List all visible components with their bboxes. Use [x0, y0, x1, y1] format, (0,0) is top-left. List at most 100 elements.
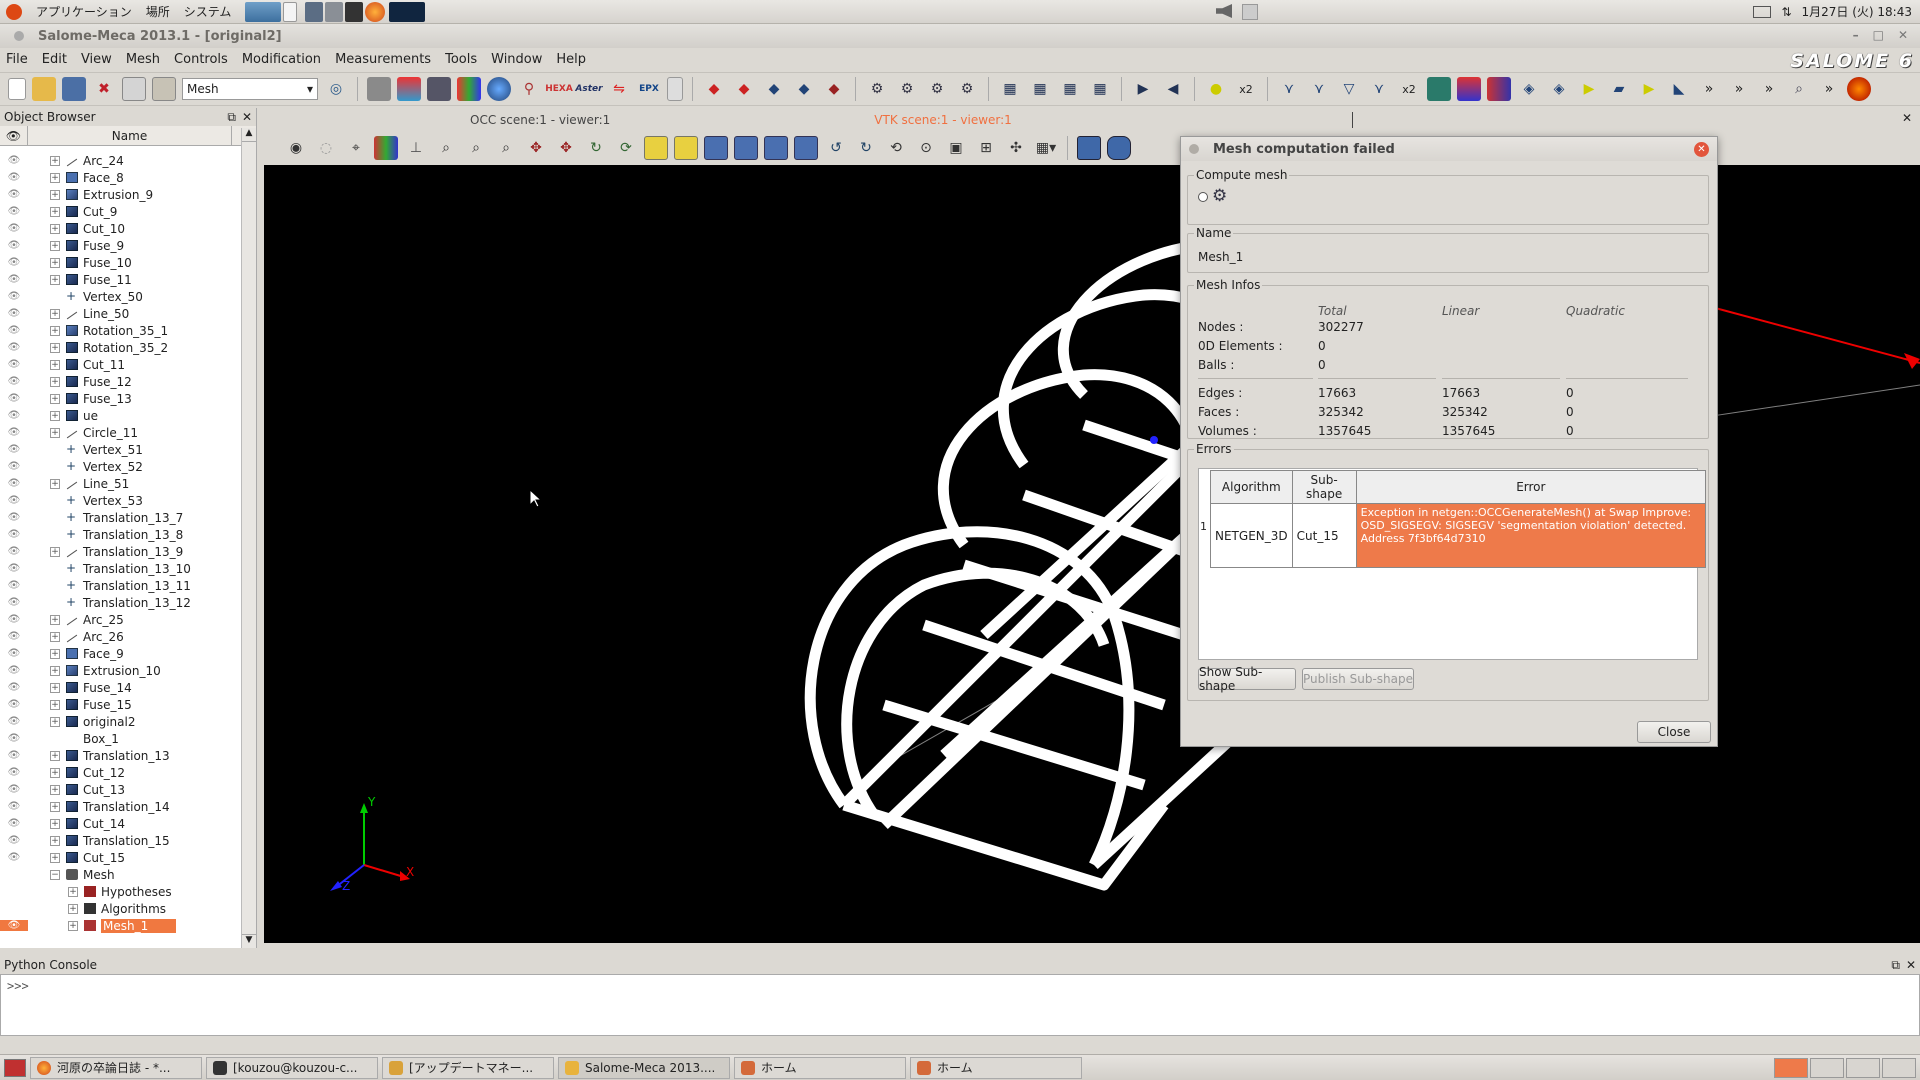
axes-icon[interactable]: ⊥: [404, 136, 428, 160]
tab-occ-viewer[interactable]: OCC scene:1 - viewer:1: [470, 113, 610, 127]
visibility-eye-icon[interactable]: 👁: [0, 920, 28, 931]
taskbar-item[interactable]: ホーム: [910, 1056, 1082, 1079]
hexa-module-icon[interactable]: HEXA: [545, 77, 573, 101]
menu-measurements[interactable]: Measurements: [335, 52, 431, 67]
tree-item[interactable]: 👁 + Arc_24: [0, 152, 242, 169]
x2-ctrl-icon[interactable]: x2: [1397, 77, 1421, 101]
globe-icon[interactable]: [487, 77, 511, 101]
fit-area-icon[interactable]: ⌕: [464, 136, 488, 160]
tree-item[interactable]: 👁 + Translation_13_8: [0, 526, 242, 543]
more-tools-icon[interactable]: »: [1697, 77, 1721, 101]
paste-icon[interactable]: [152, 77, 176, 101]
node-icon[interactable]: ●: [1204, 77, 1228, 101]
mesh-import-icon[interactable]: ◆: [792, 77, 816, 101]
tree-item[interactable]: 👁 + Cut_15: [0, 849, 242, 866]
expand-icon[interactable]: +: [50, 189, 60, 200]
tree-item-mesh-1[interactable]: 👁 + Mesh_1: [0, 917, 242, 934]
visibility-eye-icon[interactable]: 👁: [0, 818, 28, 829]
dialog-close-icon[interactable]: ✕: [1694, 142, 1709, 157]
menu-view[interactable]: View: [81, 52, 112, 67]
aster-module-icon[interactable]: Aster: [575, 77, 602, 101]
taskbar-item[interactable]: 河原の卒論日誌 - *...: [30, 1056, 202, 1079]
scroll-down-icon[interactable]: ▼: [242, 934, 256, 948]
view-back-icon[interactable]: [674, 136, 698, 160]
tree-item[interactable]: 👁 + Cut_10: [0, 220, 242, 237]
tree-item[interactable]: 👁 + Face_9: [0, 645, 242, 662]
tree-item[interactable]: 👁 + Line_51: [0, 475, 242, 492]
interaction-style-icon[interactable]: ◌: [314, 136, 338, 160]
properties-icon[interactable]: ✣: [1004, 136, 1028, 160]
show-desktop-icon[interactable]: [4, 1058, 26, 1077]
pan-icon[interactable]: ✥: [524, 136, 548, 160]
expand-icon[interactable]: +: [50, 342, 60, 353]
panel-menu-applications[interactable]: アプリケーション: [36, 3, 132, 20]
visibility-eye-icon[interactable]: 👁: [0, 563, 28, 574]
module-combo[interactable]: Mesh ▾: [182, 78, 318, 100]
mesh-info-icon[interactable]: ▦: [998, 77, 1022, 101]
visibility-eye-icon[interactable]: 👁: [0, 410, 28, 421]
menu-tools[interactable]: Tools: [445, 52, 477, 67]
error-row[interactable]: NETGEN_3D Cut_15 Exception in netgen::OC…: [1210, 503, 1707, 568]
expand-icon[interactable]: +: [50, 818, 60, 829]
terminal-icon[interactable]: [345, 1, 364, 22]
scroll-up-icon[interactable]: ▲: [242, 128, 256, 142]
launcher-icon[interactable]: [325, 1, 344, 22]
visibility-eye-icon[interactable]: 👁: [0, 801, 28, 812]
tree-item[interactable]: 👁 + Vertex_50: [0, 288, 242, 305]
new-document-icon[interactable]: [8, 78, 26, 100]
tree-item-algorithms[interactable]: + Algorithms: [0, 900, 242, 917]
view-front-icon[interactable]: [644, 136, 668, 160]
network-icon[interactable]: ⇅: [1781, 5, 1791, 19]
tree-item[interactable]: 👁 + Cut_13: [0, 781, 242, 798]
geometry-module-icon[interactable]: ◎: [324, 77, 348, 101]
tree-item-hypotheses[interactable]: + Hypotheses: [0, 883, 242, 900]
tree-item[interactable]: 👁 + Cut_12: [0, 764, 242, 781]
expand-icon[interactable]: +: [50, 801, 60, 812]
borders-multi-icon[interactable]: ⋎: [1367, 77, 1391, 101]
tree-item[interactable]: 👁 + Extrusion_10: [0, 662, 242, 679]
view-left-icon[interactable]: [764, 136, 788, 160]
expand-icon[interactable]: +: [68, 886, 78, 897]
visibility-eye-icon[interactable]: 👁: [0, 257, 28, 268]
launcher-icon[interactable]: [283, 1, 298, 22]
tree-item-mesh[interactable]: − Mesh: [0, 866, 242, 883]
tree-item[interactable]: 👁 + Translation_13_10: [0, 560, 242, 577]
post-module-icon[interactable]: [397, 77, 421, 101]
close-doc-icon[interactable]: ✖: [92, 77, 116, 101]
mesh-info3-icon[interactable]: ▦: [1058, 77, 1082, 101]
precompute-icon[interactable]: ⚙: [895, 77, 919, 101]
expand-icon[interactable]: +: [50, 376, 60, 387]
menu-controls[interactable]: Controls: [174, 52, 228, 67]
mesh-order-icon[interactable]: ⚙: [955, 77, 979, 101]
more-tools-icon[interactable]: »: [1817, 77, 1841, 101]
volume-icon[interactable]: [1216, 4, 1232, 18]
visibility-eye-icon[interactable]: 👁: [0, 495, 28, 506]
close-icon[interactable]: ✕: [242, 110, 252, 125]
tree-item[interactable]: 👁 + Arc_25: [0, 611, 242, 628]
tree-item[interactable]: 👁 + Rotation_35_1: [0, 322, 242, 339]
length-ctrl-icon[interactable]: ▰: [1607, 77, 1631, 101]
err-col-algorithm[interactable]: Algorithm: [1210, 470, 1293, 504]
expand-icon[interactable]: +: [50, 240, 60, 251]
fit-all-icon[interactable]: ⌕: [434, 136, 458, 160]
visibility-eye-icon[interactable]: 👁: [0, 291, 28, 302]
tree-item[interactable]: 👁 + Cut_11: [0, 356, 242, 373]
skew-ctrl-icon[interactable]: ▶: [1577, 77, 1601, 101]
close-button[interactable]: Close: [1637, 721, 1711, 743]
expand-icon[interactable]: +: [50, 223, 60, 234]
panel-menu-system[interactable]: システム: [184, 3, 232, 20]
expand-icon[interactable]: +: [50, 478, 60, 489]
visibility-eye-icon[interactable]: 👁: [0, 784, 28, 795]
open-folder-icon[interactable]: [32, 77, 56, 101]
view-top-icon[interactable]: [704, 136, 728, 160]
visibility-eye-icon[interactable]: 👁: [0, 427, 28, 438]
visibility-eye-icon[interactable]: 👁: [0, 240, 28, 251]
close-viewer-icon[interactable]: ✕: [1902, 111, 1912, 125]
visibility-eye-icon[interactable]: 👁: [0, 325, 28, 336]
min-angle-icon[interactable]: ▶: [1637, 77, 1661, 101]
visibility-eye-icon[interactable]: 👁: [0, 597, 28, 608]
err-col-error[interactable]: Error: [1355, 470, 1707, 504]
tree-item[interactable]: 👁 + Fuse_14: [0, 679, 242, 696]
taper-ctrl-icon[interactable]: [1487, 77, 1511, 101]
tree-item[interactable]: 👁 + Fuse_12: [0, 373, 242, 390]
